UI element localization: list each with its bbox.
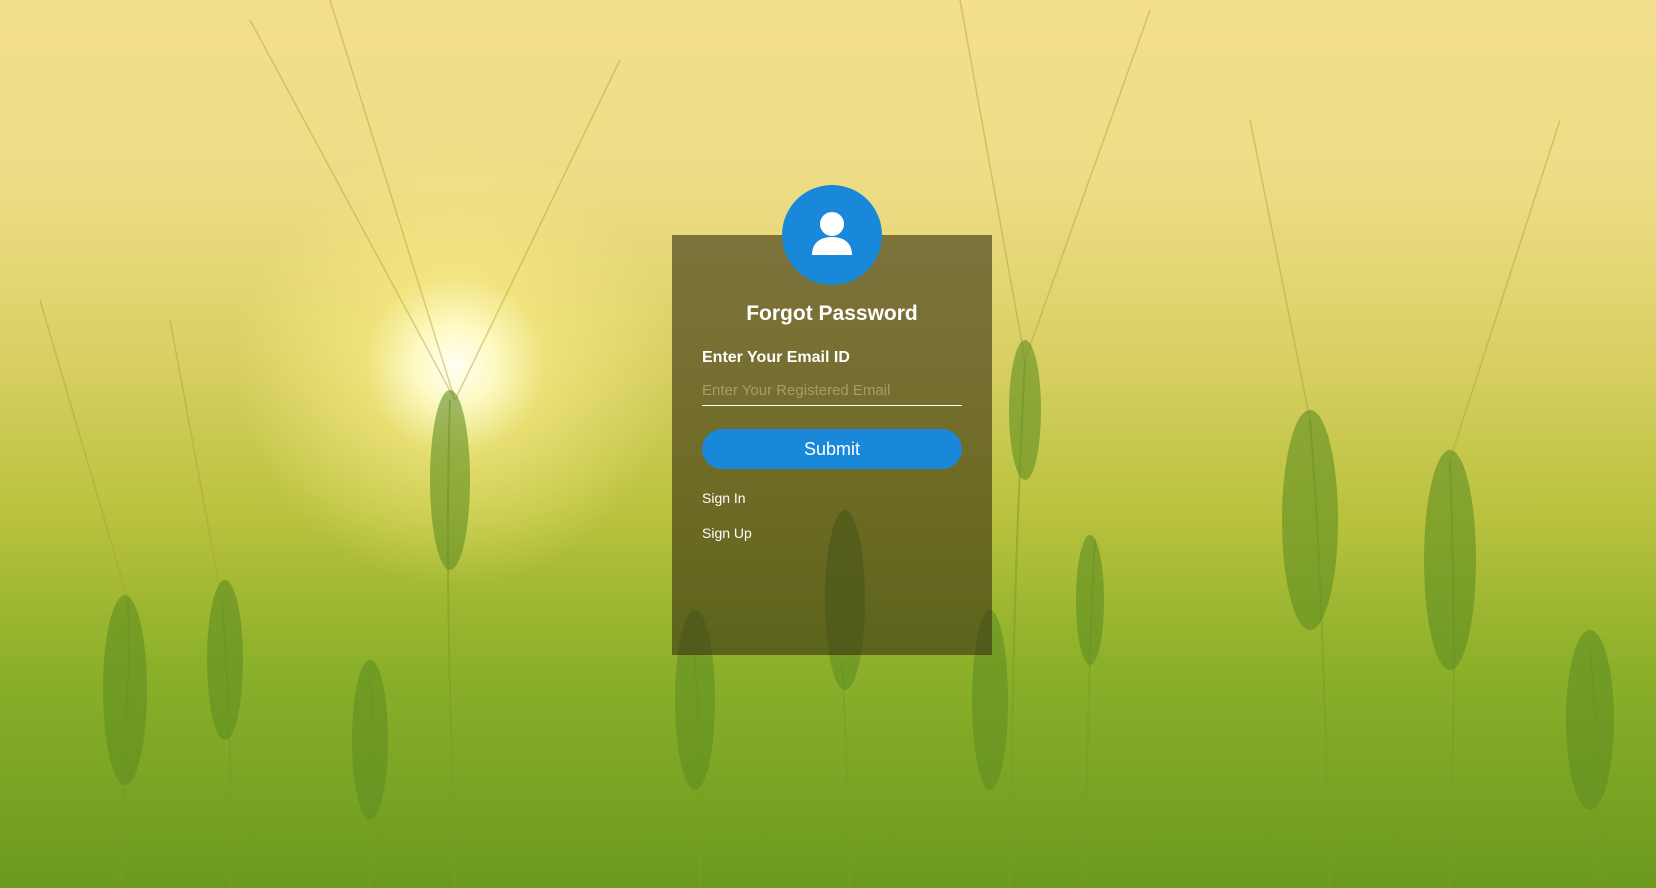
sign-up-link[interactable]: Sign Up (702, 525, 752, 541)
page-title: Forgot Password (746, 302, 918, 325)
email-field[interactable] (702, 376, 962, 406)
user-icon (812, 212, 852, 255)
avatar (782, 185, 882, 285)
sign-in-link[interactable]: Sign In (702, 490, 746, 506)
email-label: Enter Your Email ID (702, 349, 850, 366)
submit-button[interactable]: Submit (702, 429, 962, 469)
